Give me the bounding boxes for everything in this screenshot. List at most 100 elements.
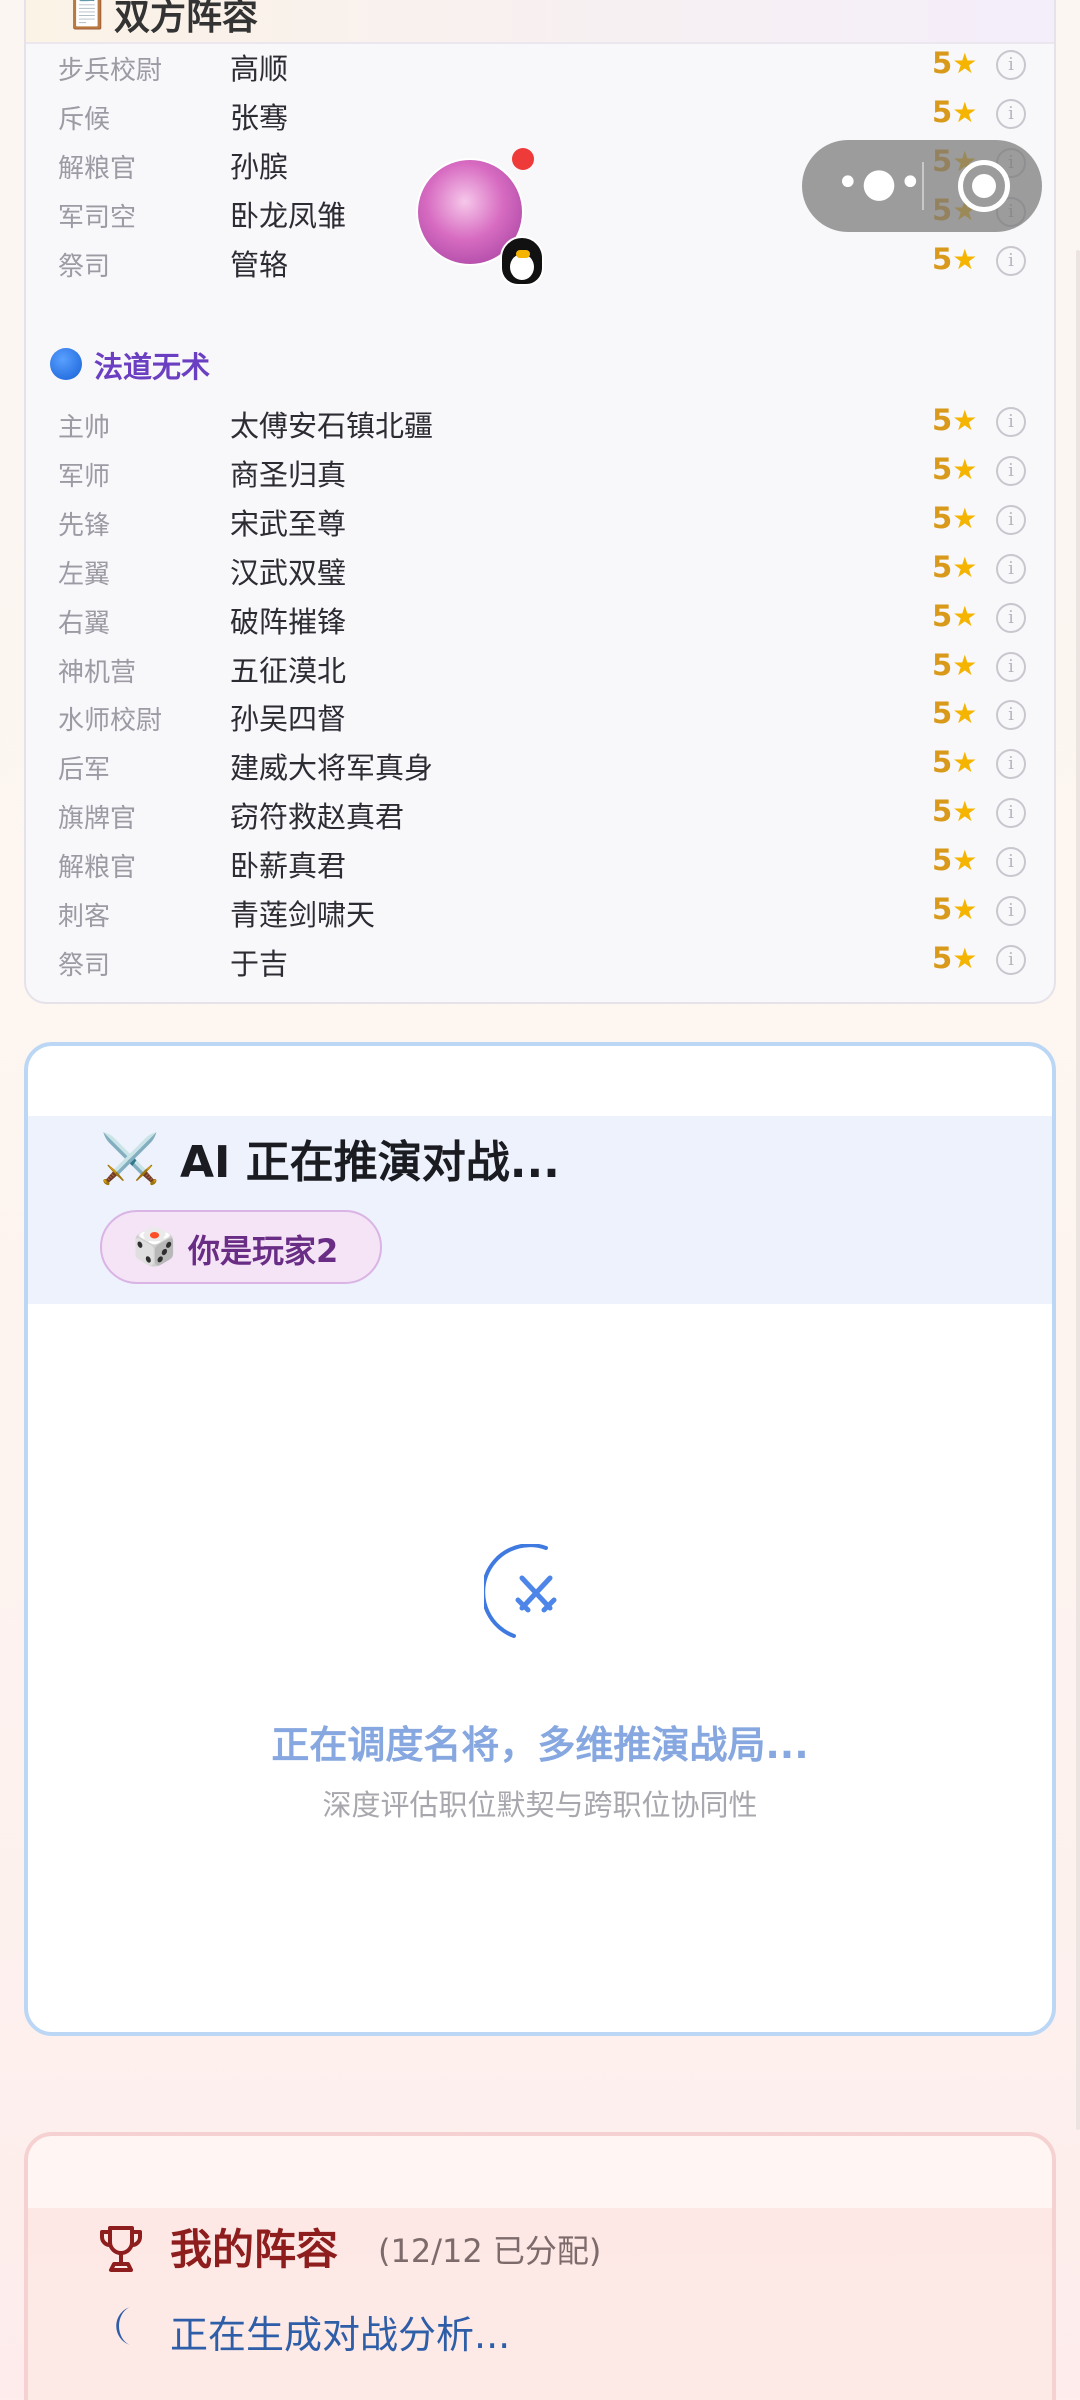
my-lineup-status: 正在生成对战分析...	[170, 2313, 511, 2357]
general-name: 汉武双璧	[230, 555, 347, 590]
info-icon[interactable]: i	[996, 553, 1026, 584]
role-label: 斥候	[58, 104, 111, 135]
general-name: 宋武至尊	[230, 506, 347, 541]
general-name: 青莲剑啸天	[230, 898, 376, 932]
star-rating: 5★	[932, 241, 978, 276]
ai-header-band: ⚔️ AI 正在推演对战... 🎲 你是玩家2	[28, 1116, 1052, 1304]
star-rating: 5★	[932, 500, 978, 535]
star-rating: 5★	[932, 451, 978, 486]
star-icon: ★	[952, 47, 978, 80]
role-label: 后军	[58, 755, 111, 786]
star-icon: ★	[952, 746, 978, 780]
roster-row: 左翼 汉武双璧 5★ i	[26, 546, 1054, 594]
roster-row: 步兵校尉 高顺 5★ i	[26, 42, 1054, 90]
roster-row: 后军 建威大将军真身 5★ i	[26, 741, 1054, 789]
info-icon[interactable]: i	[996, 407, 1026, 437]
my-lineup-card: 我的阵容 (12/12 已分配) 正在生成对战分析...	[24, 2132, 1056, 2400]
roster-header: 📋 双方阵容	[26, 0, 1054, 44]
star-icon: ★	[952, 795, 978, 829]
star-rating: 5★	[932, 892, 978, 926]
star-rating: 5★	[932, 403, 978, 437]
general-name: 破阵摧锋	[230, 604, 347, 639]
info-icon[interactable]: i	[996, 847, 1026, 878]
star-rating: 5★	[932, 745, 978, 780]
role-label: 神机营	[58, 657, 137, 688]
player-badge: 🎲 你是玩家2	[100, 1210, 382, 1284]
info-icon[interactable]: i	[996, 651, 1026, 682]
general-name: 卧薪真君	[230, 849, 347, 884]
roster-row: 解粮官 卧薪真君 5★ i	[26, 839, 1054, 887]
star-icon: ★	[952, 599, 978, 633]
star-rating: 5★	[932, 94, 978, 129]
star-rating: 5★	[932, 794, 978, 829]
info-icon[interactable]: i	[996, 50, 1026, 80]
loading-text: 正在调度名将，多维推演战局...	[271, 1723, 809, 1767]
role-label: 旗牌官	[58, 804, 137, 835]
star-rating: 5★	[932, 843, 978, 878]
general-name: 高顺	[230, 52, 289, 86]
info-icon[interactable]: i	[996, 455, 1026, 486]
qq-penguin-icon	[500, 236, 544, 286]
star-rating: 5★	[932, 940, 978, 975]
general-name: 卧龙凤雏	[230, 198, 347, 233]
ai-battle-card: ⚔️ AI 正在推演对战... 🎲 你是玩家2 正在调度名将，多维推演战局...…	[24, 1042, 1056, 2036]
dice-icon: 🎲	[132, 1227, 177, 1268]
roster-row: 军师 商圣归真 5★ i	[26, 448, 1054, 496]
clipboard-icon: 📋	[66, 0, 109, 32]
general-name: 孙膑	[230, 149, 289, 184]
info-icon[interactable]: i	[996, 98, 1026, 129]
my-lineup-count: (12/12 已分配)	[378, 2232, 602, 2270]
my-lineup-band: 我的阵容 (12/12 已分配) 正在生成对战分析...	[28, 2208, 1052, 2400]
loading-crescent-icon	[116, 2307, 130, 2345]
star-rating: 5★	[932, 647, 978, 682]
roster-row: 神机营 五征漠北 5★ i	[26, 644, 1054, 692]
scrollbar[interactable]	[1076, 250, 1080, 2130]
trophy-icon	[100, 2226, 142, 2272]
star-icon: ★	[952, 941, 978, 975]
role-label: 步兵校尉	[58, 56, 163, 86]
loading-subtext: 深度评估职位默契与跨职位协同性	[322, 1788, 758, 1822]
player-badge-label: 你是玩家2	[188, 1232, 339, 1270]
role-label: 祭司	[58, 251, 111, 282]
info-icon[interactable]: i	[996, 700, 1026, 731]
info-icon[interactable]: i	[996, 749, 1026, 780]
role-label: 水师校尉	[58, 706, 163, 737]
role-label: 主帅	[58, 413, 111, 443]
role-label: 祭司	[58, 950, 111, 981]
roster-row: 刺客 青莲剑啸天 5★ i	[26, 888, 1054, 936]
role-label: 解粮官	[58, 153, 137, 184]
info-icon[interactable]: i	[996, 944, 1026, 975]
info-icon[interactable]: i	[996, 245, 1026, 276]
more-icon[interactable]: •●•	[836, 160, 924, 206]
roster-row: 先锋 宋武至尊 5★ i	[26, 497, 1054, 545]
notification-dot	[512, 148, 534, 170]
roster-row: 水师校尉 孙吴四督 5★ i	[26, 692, 1054, 740]
info-icon[interactable]: i	[996, 602, 1026, 633]
star-icon: ★	[952, 404, 978, 437]
star-icon: ★	[952, 550, 978, 584]
crossed-swords-icon: ⚔️	[100, 1131, 160, 1187]
star-icon: ★	[952, 242, 978, 276]
roster-row: 主帅 太傅安石镇北疆 5★ i	[26, 399, 1054, 447]
close-target-icon[interactable]	[958, 160, 1010, 212]
loading-spinner-icon	[484, 1544, 557, 1638]
info-icon[interactable]: i	[996, 798, 1026, 829]
star-icon: ★	[952, 95, 978, 129]
blue-dot-icon	[50, 348, 82, 380]
role-label: 军司空	[58, 202, 137, 233]
roster-row: 斥候 张骞 5★ i	[26, 91, 1054, 139]
star-rating: 5★	[932, 549, 978, 584]
role-label: 军师	[58, 461, 111, 492]
star-icon: ★	[952, 501, 978, 535]
star-icon: ★	[952, 648, 978, 682]
general-name: 管辂	[230, 247, 289, 282]
general-name: 张骞	[230, 100, 289, 135]
info-icon[interactable]: i	[996, 504, 1026, 535]
role-label: 右翼	[58, 608, 111, 639]
info-icon[interactable]: i	[996, 896, 1026, 926]
general-name: 商圣归真	[230, 457, 347, 492]
general-name: 于吉	[230, 946, 289, 981]
star-icon: ★	[952, 697, 978, 731]
my-lineup-title: 我的阵容	[170, 2225, 339, 2274]
role-label: 左翼	[58, 559, 111, 590]
